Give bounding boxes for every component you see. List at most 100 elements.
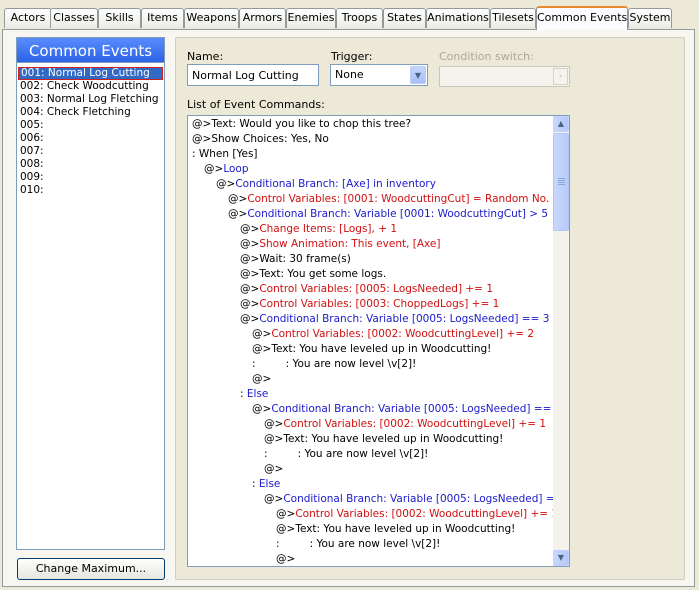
command-prefix: @> [276,553,296,565]
command-text: Text: You have leveled up in Woodcutting… [295,523,516,535]
tab-system[interactable]: System [628,8,672,28]
command-text: Control Variables: [0002: WoodcuttingLev… [283,418,547,430]
event-command-line[interactable]: @>Control Variables: [0002: WoodcuttingL… [188,507,554,522]
event-command-line[interactable]: @>Text: You get some logs. [188,267,554,282]
event-command-line[interactable]: @>Wait: 30 frame(s) [188,252,554,267]
command-prefix: @> [228,208,248,220]
event-command-line[interactable]: @>Conditional Branch: Variable [0005: Lo… [188,492,554,507]
event-list-item[interactable]: 001: Normal Log Cutting [18,67,163,80]
command-text: Conditional Branch: Variable [0001: Wood… [247,208,549,220]
command-prefix: : [252,478,259,490]
change-maximum-button[interactable]: Change Maximum... [17,558,165,580]
event-command-line[interactable]: : When [Yes] [188,147,554,162]
event-command-line[interactable]: @> [188,372,554,387]
name-input[interactable] [187,64,319,86]
tab-weapons[interactable]: Weapons [184,8,239,28]
scroll-up-icon[interactable]: ▲ [553,116,569,132]
event-list-item[interactable]: 002: Check Woodcutting [17,80,164,93]
tab-states[interactable]: States [383,8,426,28]
command-prefix: : [264,448,271,460]
tab-tilesets[interactable]: Tilesets [490,8,536,28]
tab-classes[interactable]: Classes [50,8,98,28]
command-text: Text: You get some logs. [259,268,387,280]
tab-armors[interactable]: Armors [239,8,286,28]
command-prefix: @> [240,298,260,310]
event-command-line[interactable]: @>Text: You have leveled up in Woodcutti… [188,432,554,447]
event-command-line[interactable]: : : You are now level \v[2]! [188,447,554,462]
tab-actors[interactable]: Actors [4,8,52,28]
event-command-line[interactable]: @>Text: Would you like to chop this tree… [188,117,554,132]
command-prefix: : [276,538,283,550]
command-prefix: @> [228,193,248,205]
event-list-item[interactable]: 008: [17,158,164,171]
event-command-line[interactable]: @> [188,462,554,477]
command-text: Text: You have leveled up in Woodcutting… [283,433,504,445]
command-text: : You are now level \v[2]! [282,538,441,550]
event-command-line[interactable]: : Else [188,477,554,492]
vertical-scrollbar[interactable]: ▲ ▼ [553,116,569,566]
event-command-line[interactable]: @>Show Animation: This event, [Axe] [188,237,554,252]
command-text: Loop [223,163,249,175]
event-command-line[interactable]: @> [188,552,554,566]
tab-items[interactable]: Items [141,8,184,28]
event-command-line[interactable]: @>Control Variables: [0002: WoodcuttingL… [188,327,554,342]
event-command-line[interactable]: @>Control Variables: [0005: LogsNeeded] … [188,282,554,297]
command-prefix: @> [240,313,260,325]
scroll-down-icon[interactable]: ▼ [553,550,569,566]
event-command-line[interactable]: @>Conditional Branch: Variable [0001: Wo… [188,207,554,222]
event-command-line[interactable]: @>Control Variables: [0003: ChoppedLogs]… [188,297,554,312]
command-text: Conditional Branch: [Axe] in inventory [235,178,436,190]
event-list-item[interactable]: 005: [17,119,164,132]
command-prefix: @> [216,178,236,190]
tab-common-events[interactable]: Common Events [536,6,628,30]
event-list-item[interactable]: 009: [17,171,164,184]
name-label: Name: [187,50,224,63]
event-list-item[interactable]: 004: Check Fletching [17,106,164,119]
tab-troops[interactable]: Troops [336,8,383,28]
command-prefix: @> [276,508,296,520]
chevron-down-icon[interactable]: ▼ [410,66,426,84]
event-command-line[interactable]: @>Conditional Branch: Variable [0005: Lo… [188,312,554,327]
command-text: Else [258,478,281,490]
condition-switch-label: Condition switch: [439,50,534,63]
event-commands-list[interactable]: @>Text: Would you like to chop this tree… [187,115,570,567]
tab-animations[interactable]: Animations [426,8,490,28]
trigger-select[interactable]: None ▼ [330,64,428,86]
event-command-line[interactable]: @>Text: You have leveled up in Woodcutti… [188,522,554,537]
event-command-line[interactable]: @>Conditional Branch: [Axe] in inventory [188,177,554,192]
scrollbar-thumb[interactable] [553,133,569,231]
common-events-list[interactable]: 001: Normal Log Cutting 002: Check Woodcu… [16,63,165,550]
event-list-item[interactable]: 003: Normal Log Fletching [17,93,164,106]
event-command-line[interactable]: @>Control Variables: [0002: WoodcuttingL… [188,417,554,432]
command-prefix: @> [252,328,272,340]
command-prefix: : [192,148,199,160]
command-text: Conditional Branch: Variable [0005: Logs… [283,493,554,505]
command-text: When [Yes] [198,148,258,160]
command-text: Wait: 30 frame(s) [259,253,351,265]
command-text: : You are now level \v[2]! [270,448,429,460]
event-command-line[interactable]: @>Conditional Branch: Variable [0005: Lo… [188,402,554,417]
command-text: Control Variables: [0005: LogsNeeded] +=… [259,283,493,295]
event-command-line[interactable]: : Else [188,387,554,402]
event-command-line[interactable]: : : You are now level \v[2]! [188,537,554,552]
tab-skills[interactable]: Skills [98,8,141,28]
tab-enemies[interactable]: Enemies [286,8,336,28]
event-list-item[interactable]: 006: [17,132,164,145]
command-prefix: @> [240,238,260,250]
event-list-item[interactable]: 007: [17,145,164,158]
command-prefix: @> [240,268,260,280]
command-prefix: @> [252,403,272,415]
event-command-line[interactable]: @>Control Variables: [0001: WoodcuttingC… [188,192,554,207]
event-command-line[interactable]: : : You are now level \v[2]! [188,357,554,372]
common-events-title: Common Events [16,37,165,63]
command-text: Control Variables: [0002: WoodcuttingLev… [271,328,535,340]
command-text: Show Animation: This event, [Axe] [259,238,441,250]
command-text: Control Variables: [0002: WoodcuttingLev… [295,508,554,520]
event-command-line[interactable]: @>Loop [188,162,554,177]
command-text: Conditional Branch: Variable [0005: Logs… [271,403,554,415]
event-command-line[interactable]: @>Show Choices: Yes, No [188,132,554,147]
event-list-item[interactable]: 010: [17,184,164,197]
event-command-line[interactable]: @>Change Items: [Logs], + 1 [188,222,554,237]
event-command-line[interactable]: @>Text: You have leveled up in Woodcutti… [188,342,554,357]
command-text: Else [246,388,269,400]
